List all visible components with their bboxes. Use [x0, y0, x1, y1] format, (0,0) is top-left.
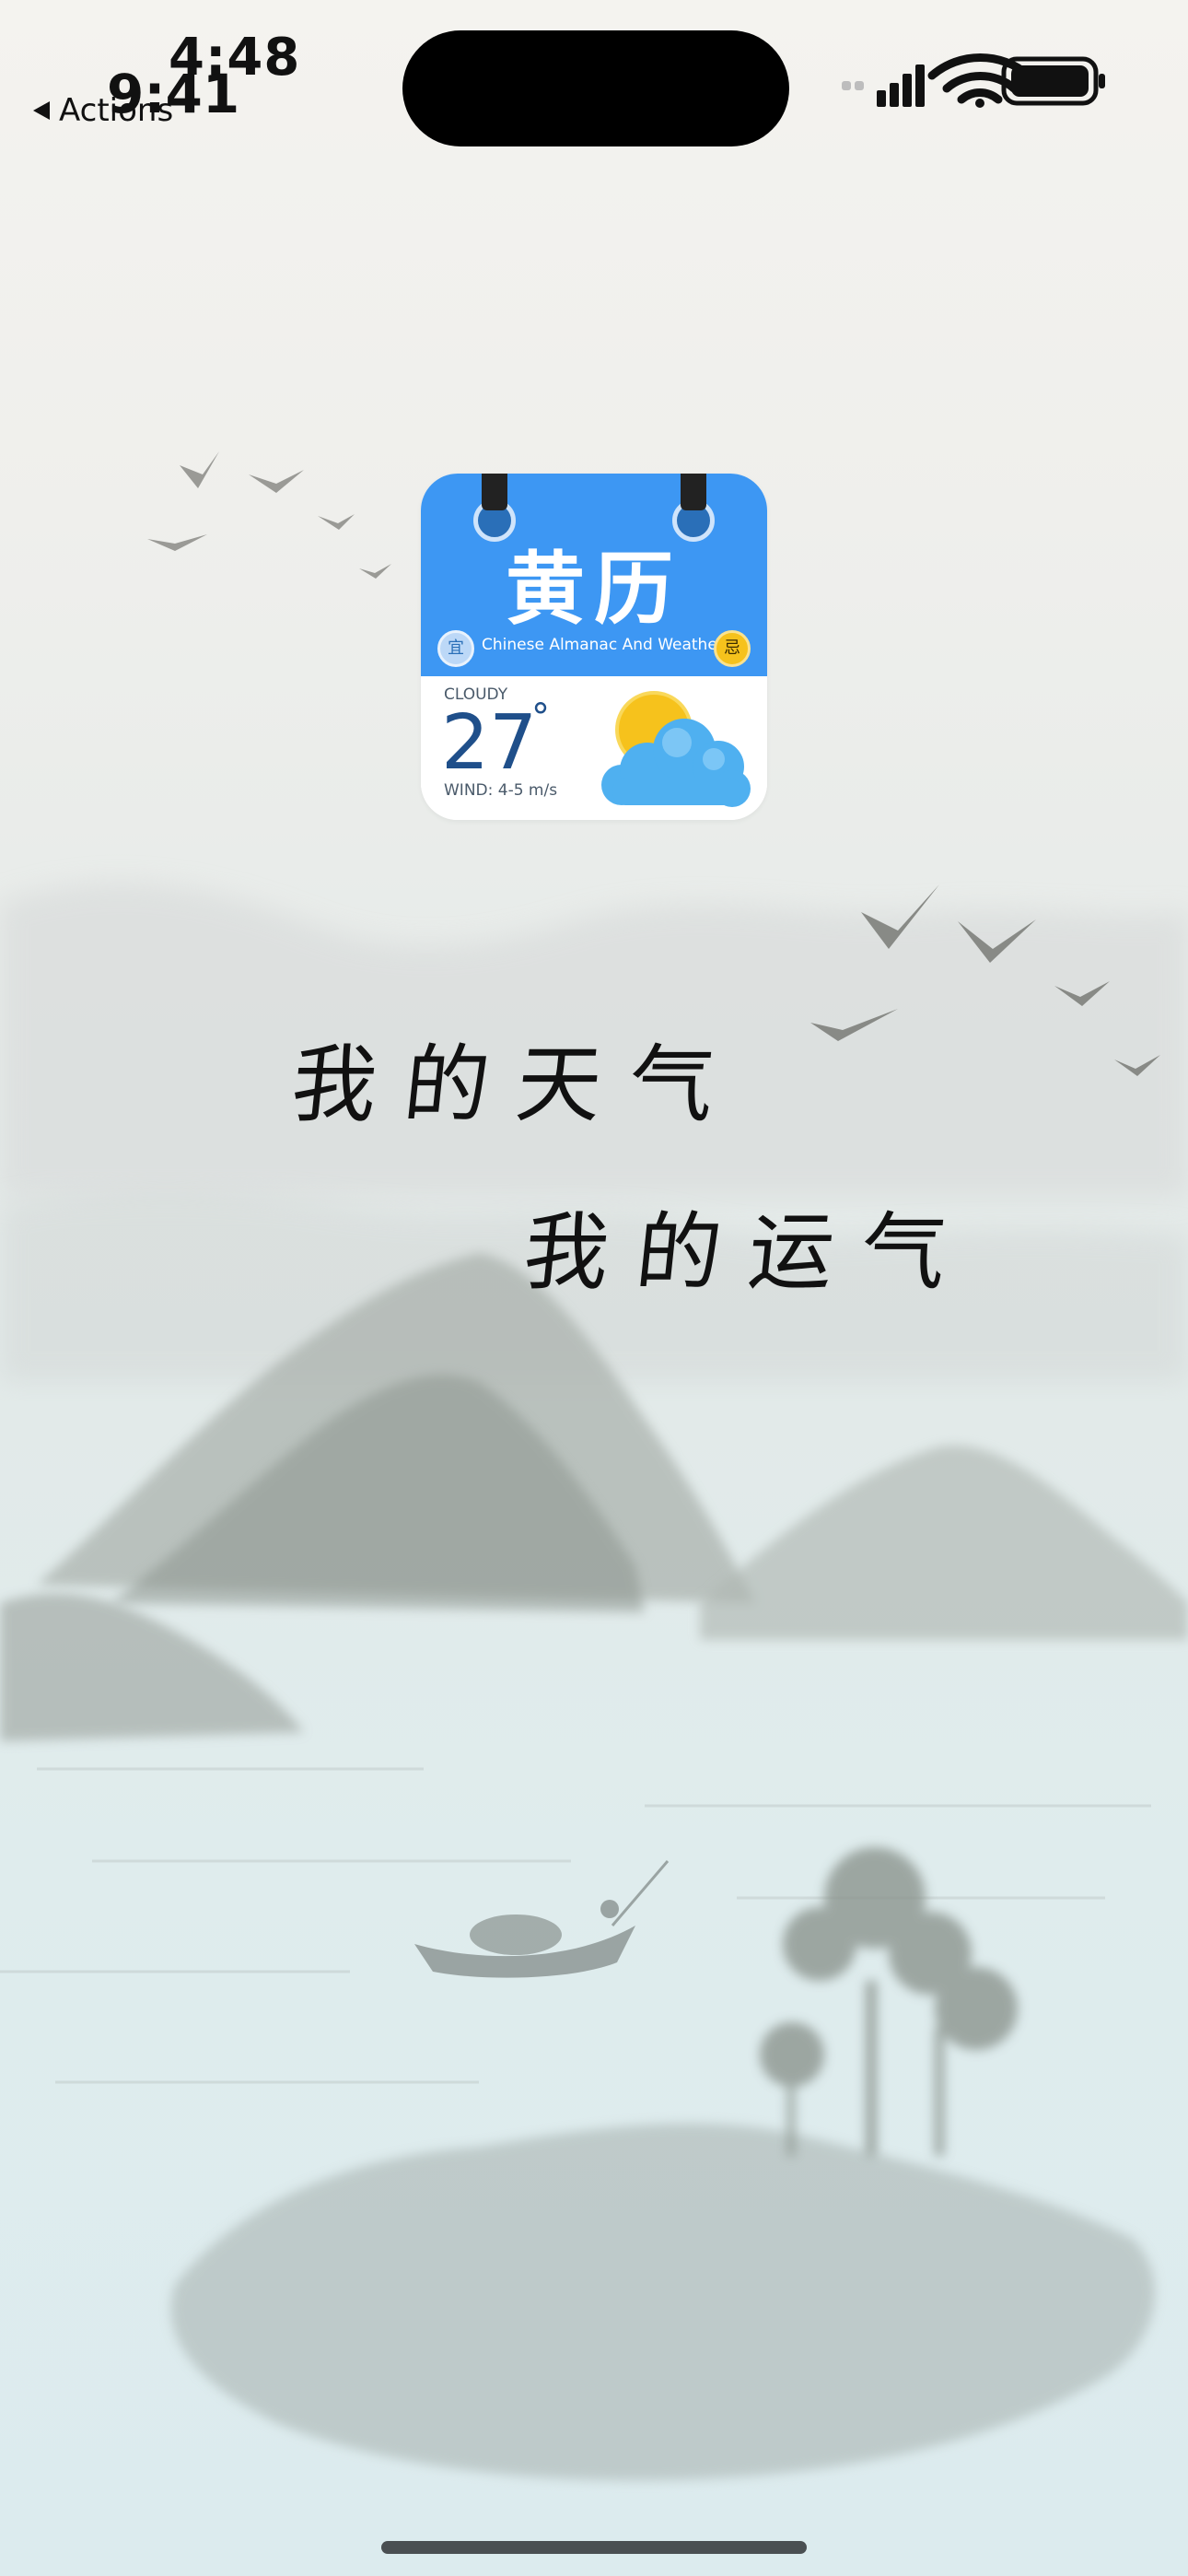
slogan-my-weather: 我的天气	[286, 1036, 747, 1134]
degree-symbol: °	[531, 697, 550, 739]
slogan-my-luck: 我的运气	[518, 1203, 979, 1302]
icon-subtitle-bar: 宜 Chinese Almanac And Weather 忌	[421, 628, 767, 669]
temperature-value: 27	[441, 699, 538, 787]
icon-title: 黄历	[506, 544, 682, 636]
dynamic-island	[402, 30, 789, 146]
back-to-actions-link[interactable]: Actions	[33, 92, 173, 129]
wind-speed: WIND: 4-5 m/s	[444, 781, 558, 800]
sun-cloud-icon	[601, 691, 751, 807]
almanac-app-icon[interactable]: 黄历 宜 Chinese Almanac And Weather 忌 CLOUD…	[421, 474, 767, 820]
status-icons	[842, 53, 1105, 108]
binder-ring-icon	[681, 474, 706, 510]
home-indicator[interactable]	[381, 2541, 807, 2554]
weather-panel: CLOUDY 27 ° WIND: 4-5 m/s	[421, 676, 767, 820]
inauspicious-badge: 忌	[714, 630, 751, 667]
icon-header: 黄历 宜 Chinese Almanac And Weather 忌	[421, 474, 767, 676]
icon-subtitle: Chinese Almanac And Weather	[482, 636, 724, 654]
back-triangle-icon	[33, 101, 50, 120]
battery-icon	[1001, 56, 1105, 106]
cellular-signal-icon	[842, 64, 925, 107]
binder-ring-icon	[482, 474, 507, 510]
auspicious-badge: 宜	[437, 630, 474, 667]
back-label: Actions	[59, 92, 174, 129]
